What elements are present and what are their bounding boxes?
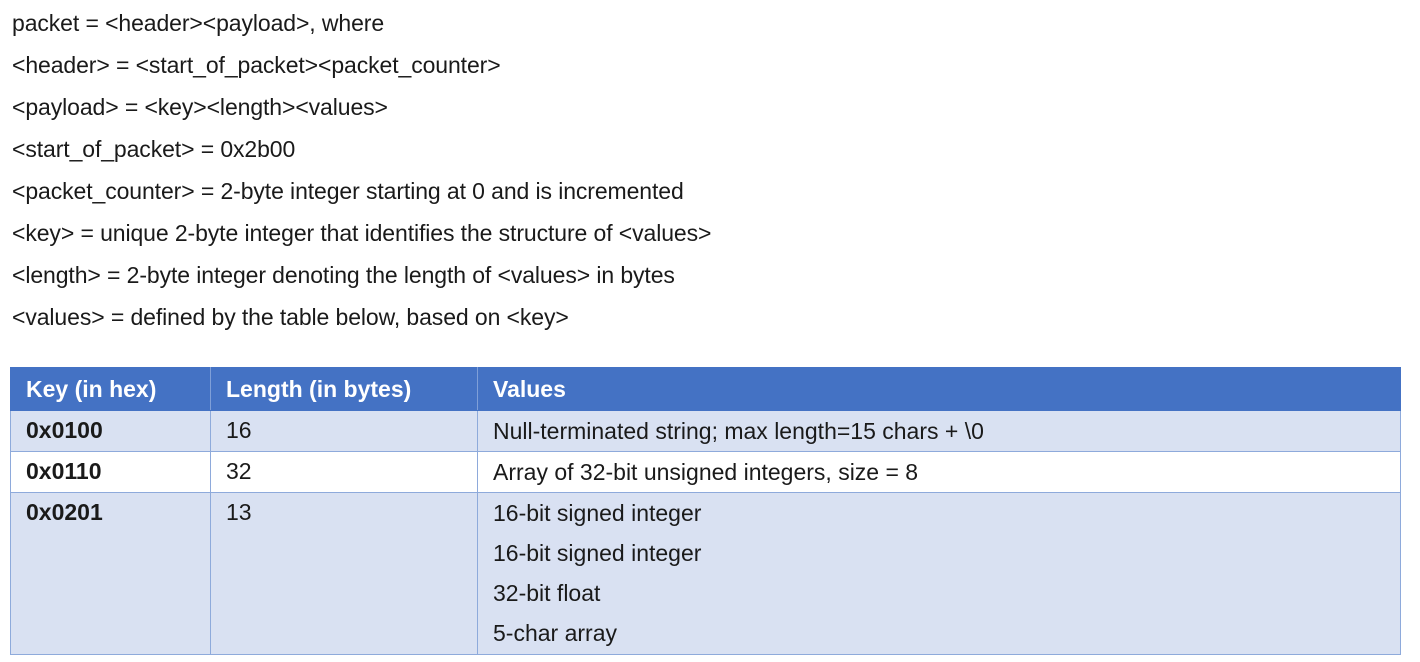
value-line: 16-bit signed integer (493, 500, 702, 526)
values-cell: Null-terminated string; max length=15 ch… (477, 410, 1401, 452)
column-header-length: Length (in bytes) (210, 367, 478, 411)
key-cell: 0x0100 (10, 410, 211, 452)
key-cell: 0x0110 (10, 451, 211, 493)
key-cell: 0x0201 (10, 492, 211, 655)
length-cell: 13 (210, 492, 478, 655)
table-row: 0x0201 13 16-bit signed integer 16-bit s… (10, 492, 1401, 655)
table-row: 0x0100 16 Null-terminated string; max le… (10, 410, 1401, 452)
key-length-values-table: Key (in hex) Length (in bytes) Values 0x… (10, 367, 1401, 655)
definition-payload: <payload> = <key><length><values> (12, 94, 388, 120)
definition-start-of-packet: <start_of_packet> = 0x2b00 (12, 136, 296, 162)
definition-packet-counter: <packet_counter> = 2-byte integer starti… (12, 178, 684, 204)
length-cell: 32 (210, 451, 478, 493)
value-line: 5-char array (493, 620, 617, 646)
definition-values: <values> = defined by the table below, b… (12, 304, 569, 330)
table-header-row: Key (in hex) Length (in bytes) Values (10, 367, 1401, 411)
table-row: 0x0110 32 Array of 32-bit unsigned integ… (10, 451, 1401, 493)
length-cell: 16 (210, 410, 478, 452)
column-header-values: Values (477, 367, 1401, 411)
value-line: 16-bit signed integer (493, 540, 702, 566)
definition-key: <key> = unique 2-byte integer that ident… (12, 220, 712, 246)
value-line: Null-terminated string; max length=15 ch… (493, 418, 984, 444)
value-line: 32-bit float (493, 580, 601, 606)
definition-packet: packet = <header><payload>, where (12, 10, 385, 36)
definition-length: <length> = 2-byte integer denoting the l… (12, 262, 675, 288)
definition-header: <header> = <start_of_packet><packet_coun… (12, 52, 501, 78)
values-cell: Array of 32-bit unsigned integers, size … (477, 451, 1401, 493)
value-line: Array of 32-bit unsigned integers, size … (493, 459, 919, 485)
values-cell: 16-bit signed integer 16-bit signed inte… (477, 492, 1401, 655)
packet-definitions: packet = <header><payload>, where <heade… (12, 2, 1402, 338)
column-header-key: Key (in hex) (10, 367, 211, 411)
